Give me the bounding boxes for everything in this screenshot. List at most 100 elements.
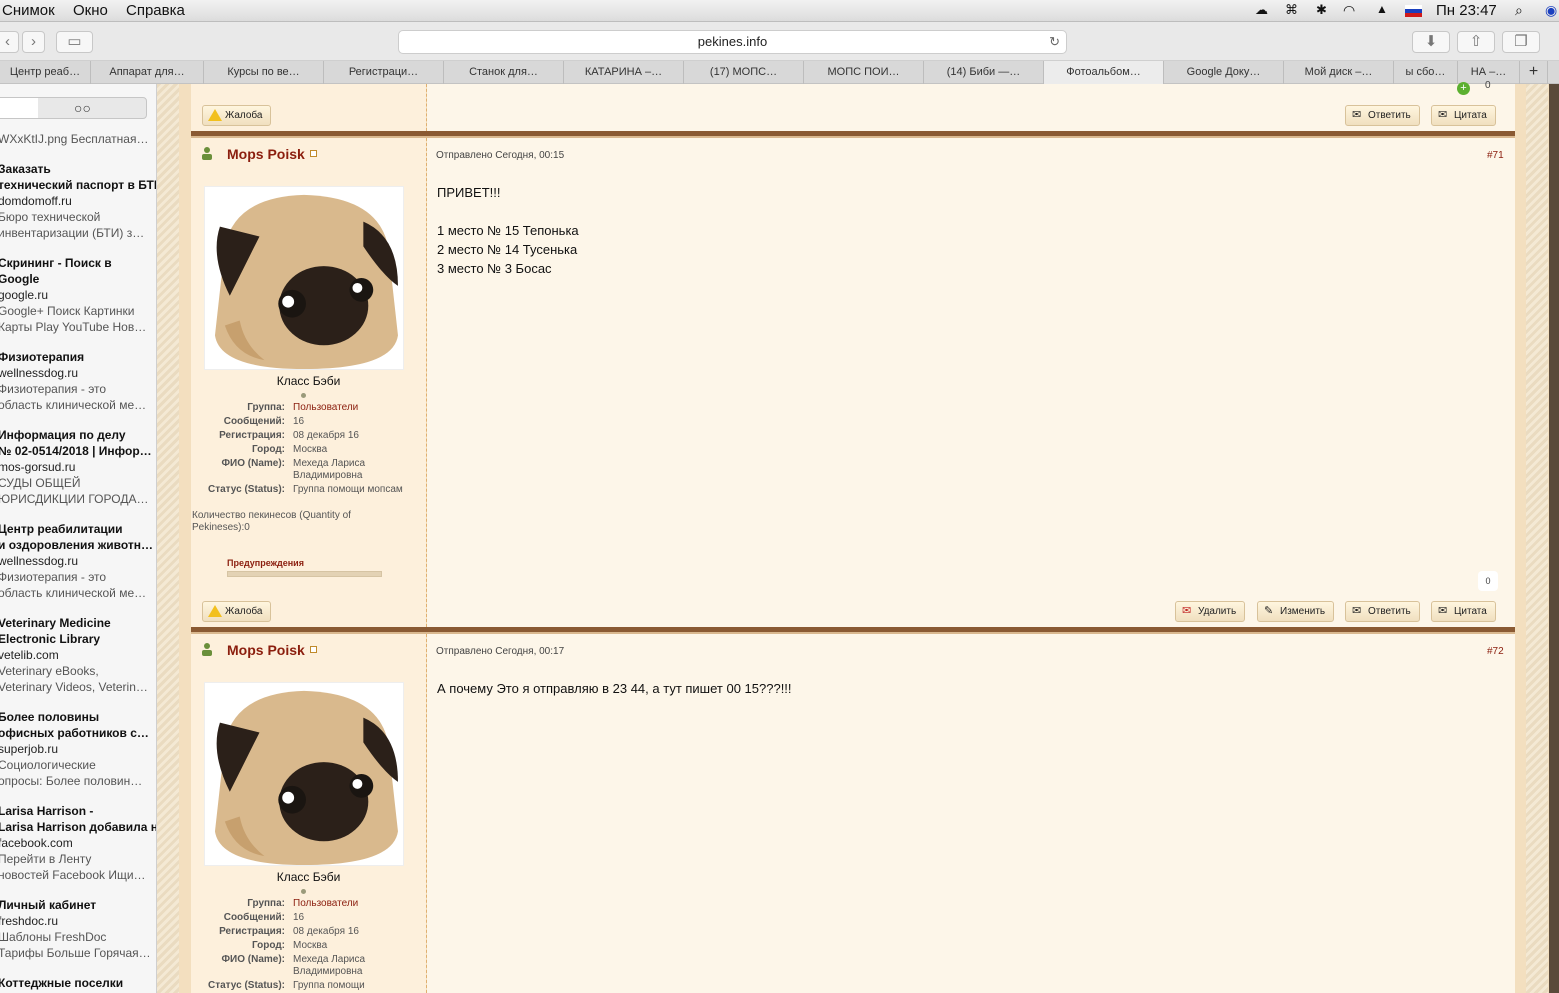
sidebar-item-description[interactable]: Физиотерапия - это [0, 381, 106, 397]
sidebar-item-description[interactable]: инвентаризации (БТИ) з… [0, 225, 144, 241]
russian-flag-icon[interactable] [1405, 5, 1422, 17]
quote-button[interactable]: ✉ Цитата [1431, 601, 1496, 622]
downloads-icon[interactable]: ⬇ [1412, 31, 1450, 53]
sidebar-item-domain[interactable]: vetelib.com [0, 647, 59, 663]
post-author-name[interactable]: Mops Poisk [227, 146, 305, 162]
tab[interactable]: (17) МОПС… [684, 61, 804, 84]
group-link[interactable]: Пользователи [293, 402, 403, 414]
sidebar-item-description[interactable]: Физиотерапия - это [0, 569, 106, 585]
tab[interactable]: Курсы по ве… [204, 61, 324, 84]
sidebar-item-description[interactable]: Google+ Поиск Картинки [0, 303, 134, 319]
sidebar-item-description[interactable]: ЮРИСДИКЦИИ ГОРОДА… [0, 491, 148, 507]
user-info-icon[interactable] [310, 150, 317, 157]
sidebar-item-title[interactable]: Центр реабилитации [0, 521, 123, 537]
sidebar-item-domain[interactable]: wellnessdog.ru [0, 553, 78, 569]
sidebar-item-title[interactable]: технический паспорт в БТИ в 2017 г… [0, 177, 156, 193]
tab[interactable]: Аппарат для… [91, 61, 204, 84]
sidebar-item-title[interactable]: Veterinary Medicine [0, 615, 111, 631]
sidebar-item-description[interactable]: опросы: Более половин… [0, 773, 142, 789]
tab[interactable]: Мой диск –… [1284, 61, 1394, 84]
reply-button[interactable]: ✉ Ответить [1345, 601, 1420, 622]
tab[interactable]: МОПС ПОИ… [804, 61, 924, 84]
sidebar-item-title[interactable]: Скрининг - Поиск в [0, 255, 112, 271]
sidebar-item-domain[interactable]: facebook.com [0, 835, 73, 851]
sidebar-item-description[interactable]: Veterinary Videos, Veterin… [0, 679, 148, 695]
back-button[interactable]: ‹ [0, 31, 19, 53]
bluetooth-icon[interactable]: ✱ [1316, 2, 1327, 18]
sidebar-item-title[interactable]: Electronic Library [0, 631, 100, 647]
edit-button[interactable]: ✎ Изменить [1257, 601, 1335, 622]
sidebar-item-description[interactable]: Перейти в Ленту [0, 851, 91, 867]
sidebar-item-domain[interactable]: superjob.ru [0, 741, 58, 757]
sidebar-item-description[interactable]: WXxKtIJ.png Бесплатная… [0, 131, 148, 147]
sidebar-item-title[interactable]: Личный кабинет [0, 897, 96, 913]
spotlight-search-icon[interactable]: ⌕ [1515, 2, 1523, 19]
sidebar-item-title[interactable]: Larisa Harrison добавила нов… [0, 819, 156, 835]
sidebar-item-title[interactable]: Физиотерапия [0, 349, 84, 365]
sidebar-item-description[interactable]: СУДЫ ОБЩЕЙ [0, 475, 81, 491]
tab[interactable]: (14) Биби —… [924, 61, 1044, 84]
creative-cloud-icon[interactable]: ☁ [1255, 2, 1268, 18]
sidebar-item-description[interactable]: область клинической ме… [0, 585, 146, 601]
sidebar-item-title[interactable]: офисных работников с… [0, 725, 149, 741]
post-author-name[interactable]: Mops Poisk [227, 642, 305, 658]
sidebar-item-description[interactable]: Тарифы Больше Горячая… [0, 945, 151, 961]
group-link[interactable]: Пользователи [293, 898, 403, 910]
share-icon[interactable]: ⇧ [1457, 31, 1495, 53]
menu-snapshot[interactable]: Снимок [2, 2, 55, 19]
sidebar-item-title[interactable]: Larisa Harrison - [0, 803, 93, 819]
tab-active[interactable]: Фотоальбом… [1044, 61, 1164, 84]
tab[interactable]: Станок для… [444, 61, 564, 84]
reply-button[interactable]: ✉ Ответить [1345, 105, 1420, 126]
sidebar-toggle-icon[interactable]: ▭ [56, 31, 93, 53]
sidebar-item-title[interactable]: Google [0, 271, 39, 287]
delete-button[interactable]: ✉ Удалить [1175, 601, 1246, 622]
user-info-icon[interactable] [310, 646, 317, 653]
complaint-button[interactable]: Жалоба [202, 601, 272, 622]
sidebar-item-title[interactable]: № 02-0514/2018 | Инфор… [0, 443, 152, 459]
post-number-link[interactable]: #72 [1487, 646, 1504, 657]
siri-icon[interactable]: ◉ [1545, 2, 1557, 19]
tab-overview-icon[interactable]: ❐ [1502, 31, 1540, 53]
sidebar-item-description[interactable]: область клинической ме… [0, 397, 146, 413]
rate-plus-icon[interactable]: + [1457, 82, 1470, 95]
sidebar-item-description[interactable]: Социологические [0, 757, 96, 773]
keyboard-icon[interactable]: ⌘ [1285, 2, 1298, 18]
tab[interactable]: КАТАРИНА –… [564, 61, 684, 84]
sidebar-item-title[interactable]: Заказать [0, 161, 51, 177]
bookmarks-segment[interactable] [0, 98, 38, 118]
menu-help[interactable]: Справка [126, 2, 185, 19]
new-tab-button[interactable]: + [1520, 61, 1548, 84]
sidebar-item-title[interactable]: Информация по делу [0, 427, 126, 443]
wifi-icon[interactable]: ◠ [1343, 2, 1355, 19]
warnings-link[interactable]: Предупреждения [227, 558, 304, 568]
complaint-button[interactable]: Жалоба [202, 105, 272, 126]
sidebar-item-description[interactable]: Veterinary eBooks, [0, 663, 99, 679]
reload-icon[interactable]: ↻ [1049, 31, 1060, 53]
sidebar-item-domain[interactable]: mos-gorsud.ru [0, 459, 75, 475]
tab[interactable]: Центр реаб… [0, 61, 91, 84]
sidebar-item-description[interactable]: Карты Play YouTube Нов… [0, 319, 146, 335]
menu-window[interactable]: Окно [73, 2, 108, 19]
quote-button[interactable]: ✉ Цитата [1431, 105, 1496, 126]
tab[interactable]: ы сбо… [1394, 61, 1458, 84]
sidebar-item-title[interactable]: Более половины [0, 709, 99, 725]
sidebar-item-domain[interactable]: google.ru [0, 287, 48, 303]
post-number-link[interactable]: #71 [1487, 150, 1504, 161]
sidebar-item-domain[interactable]: domdomoff.ru [0, 193, 72, 209]
tab[interactable]: Google Доку… [1164, 61, 1284, 84]
sidebar-item-title[interactable]: Коттеджные поселки [0, 975, 123, 991]
sidebar-item-description[interactable]: Бюро технической [0, 209, 100, 225]
sidebar-item-domain[interactable]: wellnessdog.ru [0, 365, 78, 381]
address-bar[interactable]: pekines.info ↻ [398, 30, 1067, 54]
tab[interactable]: Регистраци… [324, 61, 444, 84]
airplay-icon[interactable]: ▲ [1376, 2, 1388, 16]
reading-glasses-icon[interactable]: ○○ [74, 100, 91, 116]
clock[interactable]: Пн 23:47 [1436, 2, 1497, 19]
sidebar-item-description[interactable]: Шаблоны FreshDoc [0, 929, 106, 945]
sidebar-segment-control[interactable]: ○○ [0, 97, 147, 119]
sidebar-item-domain[interactable]: freshdoc.ru [0, 913, 58, 929]
sidebar-item-title[interactable]: и оздоровления животн… [0, 537, 153, 553]
forward-button[interactable]: › [22, 31, 45, 53]
sidebar-item-description[interactable]: новостей Facebook Ищи… [0, 867, 146, 883]
